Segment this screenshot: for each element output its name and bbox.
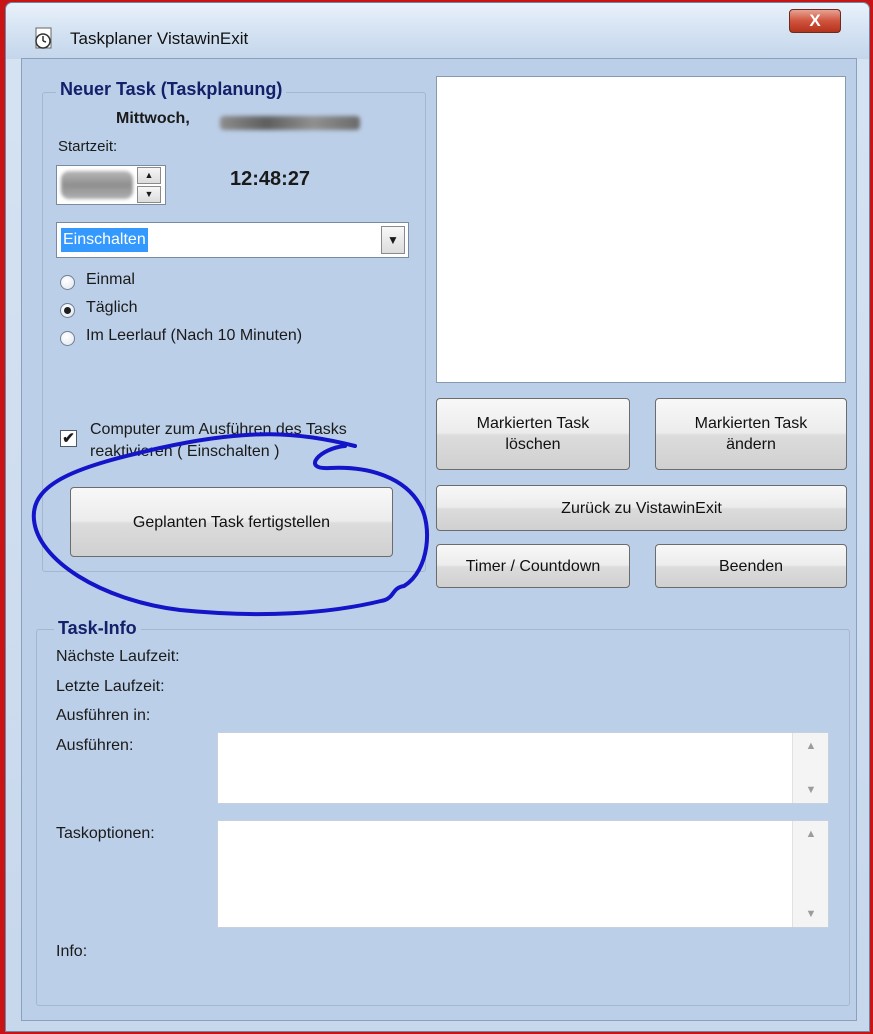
blue-annotation-circle bbox=[31, 432, 430, 617]
